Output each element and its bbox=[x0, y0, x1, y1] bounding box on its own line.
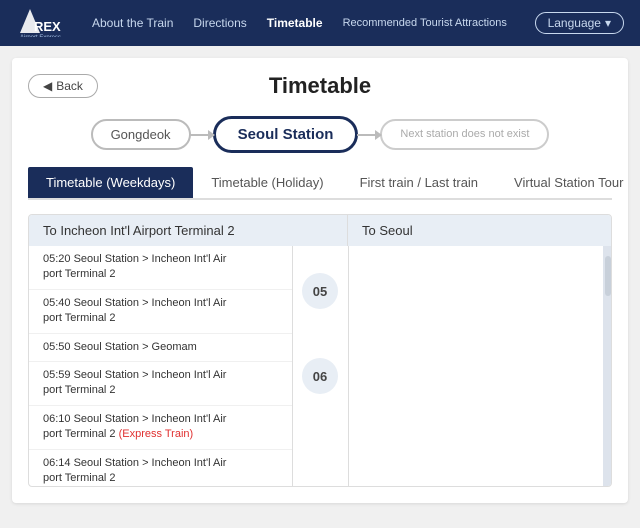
svg-text:REX: REX bbox=[34, 19, 61, 34]
nav-timetable[interactable]: Timetable bbox=[267, 16, 323, 30]
scrollbar-track[interactable] bbox=[603, 246, 611, 486]
station-next: Next station does not exist bbox=[380, 119, 549, 149]
list-item: 05:20 Seoul Station > Incheon Int'l Airp… bbox=[29, 246, 292, 290]
logo: REX Airport Express bbox=[16, 5, 68, 42]
back-row: ◀ Back Timetable bbox=[28, 74, 612, 98]
list-item: 05:59 Seoul Station > Incheon Int'l Airp… bbox=[29, 362, 292, 406]
timetable-col-right bbox=[349, 246, 612, 486]
nav-directions[interactable]: Directions bbox=[193, 16, 246, 30]
station-seoul[interactable]: Seoul Station bbox=[213, 116, 359, 153]
list-item: 05:40 Seoul Station > Incheon Int'l Airp… bbox=[29, 290, 292, 334]
station-breadcrumb: Gongdeok Seoul Station Next station does… bbox=[28, 116, 612, 153]
nav-tourist[interactable]: Recommended Tourist Attractions bbox=[343, 16, 453, 30]
page-title: Timetable bbox=[269, 73, 371, 99]
nav-links: About the Train Directions Timetable Rec… bbox=[92, 16, 535, 30]
back-button[interactable]: ◀ Back bbox=[28, 74, 98, 98]
col-header-left: To Incheon Int'l Airport Terminal 2 bbox=[29, 215, 292, 246]
station-arrow-1 bbox=[190, 134, 214, 136]
content-area: ◀ Back Timetable Gongdeok Seoul Station … bbox=[12, 58, 628, 503]
col-header-right: To Seoul bbox=[348, 215, 611, 246]
timetable-col-left: 05:20 Seoul Station > Incheon Int'l Airp… bbox=[29, 246, 293, 486]
hour-marker-05: 05 bbox=[302, 273, 338, 309]
timetable-header: To Incheon Int'l Airport Terminal 2 To S… bbox=[29, 215, 611, 246]
list-item: 06:14 Seoul Station > Incheon Int'l Airp… bbox=[29, 450, 292, 486]
col-header-center bbox=[292, 215, 348, 246]
nav-about[interactable]: About the Train bbox=[92, 16, 173, 30]
list-item: 06:10 Seoul Station > Incheon Int'l Airp… bbox=[29, 406, 292, 450]
tab-bar: Timetable (Weekdays) Timetable (Holiday)… bbox=[28, 167, 612, 200]
scrollbar-thumb[interactable] bbox=[605, 256, 611, 296]
tab-tour[interactable]: Virtual Station Tour bbox=[496, 167, 640, 198]
station-gongdeok[interactable]: Gongdeok bbox=[91, 119, 191, 150]
svg-text:Airport Express: Airport Express bbox=[20, 35, 61, 37]
list-item: 05:50 Seoul Station > Geomam bbox=[29, 334, 292, 362]
timetable-body: 05:20 Seoul Station > Incheon Int'l Airp… bbox=[29, 246, 611, 486]
language-button[interactable]: Language ▾ bbox=[535, 12, 624, 34]
hour-marker-06: 06 bbox=[302, 358, 338, 394]
tab-holiday[interactable]: Timetable (Holiday) bbox=[193, 167, 341, 198]
timetable-col-center: 05 06 bbox=[293, 246, 349, 486]
navbar: REX Airport Express About the Train Dire… bbox=[0, 0, 640, 46]
timetable: To Incheon Int'l Airport Terminal 2 To S… bbox=[28, 214, 612, 487]
tab-weekdays[interactable]: Timetable (Weekdays) bbox=[28, 167, 193, 198]
station-arrow-2 bbox=[357, 134, 381, 136]
tab-firstlast[interactable]: First train / Last train bbox=[342, 167, 496, 198]
